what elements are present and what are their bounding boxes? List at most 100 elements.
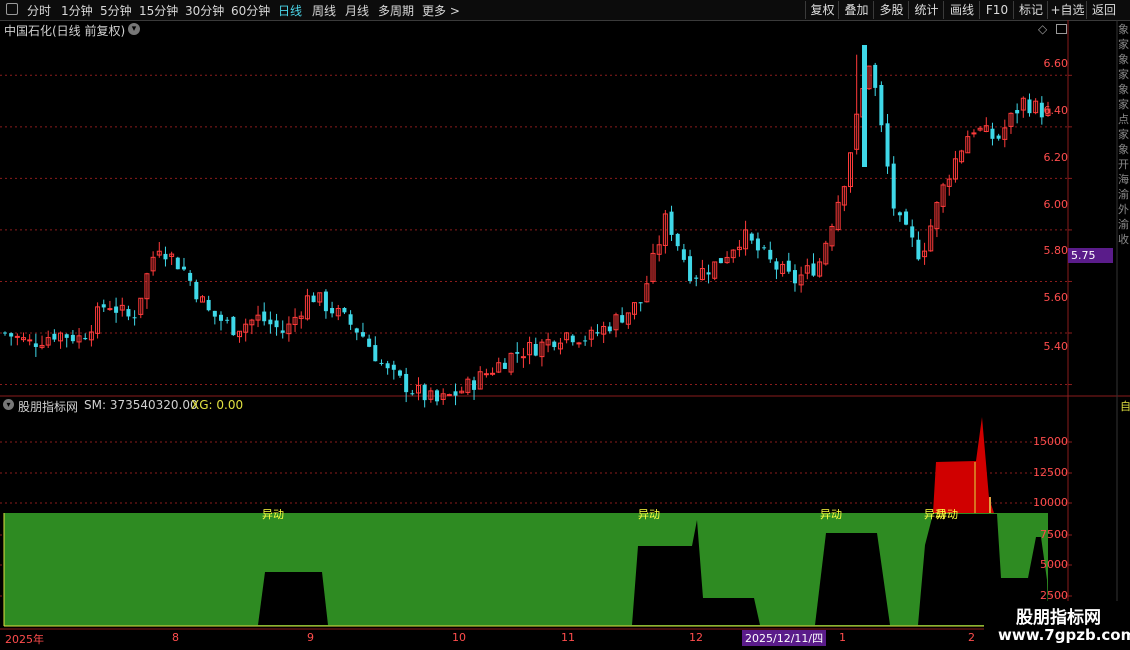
candle-body-down bbox=[194, 281, 199, 300]
candle-body-down bbox=[675, 233, 680, 247]
price-tick: 6.00 bbox=[1043, 198, 1069, 211]
indicator-sm-value: SM: 373540320.00 bbox=[84, 398, 198, 412]
candle-body-down bbox=[422, 384, 427, 401]
candle-body-down bbox=[33, 343, 38, 347]
candle-body-down bbox=[718, 258, 723, 264]
candle-body-down bbox=[391, 364, 396, 370]
candle-body-down bbox=[533, 343, 538, 356]
candle-body-down bbox=[774, 261, 779, 270]
candle-body-down bbox=[706, 272, 711, 275]
indicator-chevron-icon[interactable]: ▾ bbox=[3, 399, 14, 410]
side-panel-text: 象家象家象家点家象开海渝外渝收 bbox=[1118, 23, 1129, 246]
candle-body-down bbox=[811, 263, 816, 276]
signal-label: 异动 bbox=[638, 508, 660, 521]
candle-body-up bbox=[27, 339, 33, 342]
candle-body-down bbox=[397, 370, 402, 376]
indicator-tick: 10000 bbox=[1033, 496, 1068, 509]
watermark-url: www.7gpzb.com bbox=[998, 626, 1130, 644]
candle-body-down bbox=[385, 363, 390, 369]
watermark-title: 股朋指标网 bbox=[1016, 608, 1101, 628]
date-tick: 11 bbox=[561, 631, 575, 644]
indicator-tick: 15000 bbox=[1033, 435, 1068, 448]
date-tick: 1 bbox=[839, 631, 846, 644]
diamond-icon[interactable]: ◇ bbox=[1038, 22, 1047, 36]
candle-body-down bbox=[52, 333, 57, 340]
candle-body-down bbox=[885, 123, 890, 167]
candle-body-down bbox=[231, 316, 236, 336]
current-price-tag: 5.75 bbox=[1068, 248, 1113, 263]
candle-body-down bbox=[681, 249, 686, 260]
price-tick: 5.60 bbox=[1043, 291, 1069, 304]
candle-body-down bbox=[132, 317, 137, 319]
candle-body-down bbox=[323, 291, 328, 312]
candle-body-down bbox=[274, 320, 279, 328]
cursor-date-tag: 2025/12/11/四 bbox=[742, 630, 827, 646]
candle-body-down bbox=[181, 266, 186, 270]
candle-body-up bbox=[971, 132, 977, 135]
indicator-tick: 5000 bbox=[1040, 558, 1068, 571]
candle-body-down bbox=[262, 311, 267, 322]
candle-body-down bbox=[996, 135, 1001, 139]
candle-body-down bbox=[749, 233, 754, 241]
chevron-down-icon[interactable]: ▾ bbox=[128, 23, 140, 35]
date-tick: 10 bbox=[452, 631, 466, 644]
candle-body-up bbox=[576, 342, 582, 345]
date-tick: 9 bbox=[307, 631, 314, 644]
candle-body-down bbox=[607, 326, 612, 332]
candle-body-down bbox=[552, 341, 557, 348]
candle-body-down bbox=[435, 390, 440, 402]
candle-body-up bbox=[14, 335, 20, 338]
price-tick: 6.20 bbox=[1043, 151, 1069, 164]
candle-body-down bbox=[453, 391, 458, 396]
candle-body-down bbox=[64, 334, 69, 338]
candle-body-down bbox=[620, 315, 625, 323]
candle-body-down bbox=[330, 307, 335, 314]
candle-body-down bbox=[694, 277, 699, 279]
candle-body-down bbox=[638, 302, 643, 304]
indicator-green-band bbox=[4, 513, 1048, 626]
candle-body-down bbox=[688, 256, 693, 282]
candle-body-up bbox=[490, 372, 496, 375]
price-tick: 6.60 bbox=[1043, 57, 1069, 70]
window-toggle-icon[interactable] bbox=[1056, 24, 1067, 34]
candle-body-down bbox=[206, 299, 211, 311]
candle-body-up bbox=[107, 308, 113, 311]
candle-body-down bbox=[342, 307, 347, 313]
watermark-box: 股朋指标网 www.7gpzb.com bbox=[984, 601, 1130, 650]
candle-body-down bbox=[1027, 99, 1032, 114]
candle-body-down bbox=[83, 337, 88, 340]
candle-body-down bbox=[897, 212, 902, 216]
candle-body-down bbox=[101, 304, 106, 308]
kline-chart[interactable] bbox=[0, 0, 1130, 650]
candle-body-down bbox=[163, 253, 168, 260]
candle-body-down bbox=[669, 211, 674, 235]
indicator-xg-value: XG: 0.00 bbox=[191, 398, 244, 412]
candle-body-down bbox=[472, 380, 477, 390]
candle-body-down bbox=[410, 393, 415, 395]
candle-body-down bbox=[792, 270, 797, 284]
candle-body-down bbox=[755, 238, 760, 251]
indicator-black-area bbox=[258, 572, 328, 625]
indicator-red-area bbox=[933, 417, 994, 513]
candle-body-down bbox=[570, 335, 575, 343]
candle-body-down bbox=[268, 319, 273, 325]
candle-body-down bbox=[188, 272, 193, 281]
signal-label: 异动 bbox=[936, 508, 958, 521]
candle-body-down bbox=[595, 332, 600, 334]
date-tick: 2025年 bbox=[5, 633, 44, 646]
date-tick: 2 bbox=[968, 631, 975, 644]
candle-body-down bbox=[9, 333, 14, 337]
candle-body-down bbox=[219, 314, 224, 321]
candle-body-down bbox=[916, 239, 921, 260]
candle-body-down bbox=[786, 260, 791, 272]
candle-body-down bbox=[583, 340, 588, 342]
candle-body-down bbox=[3, 332, 7, 334]
candle-body-up bbox=[520, 356, 526, 359]
candle-body-up bbox=[446, 394, 452, 397]
candle-body-down bbox=[280, 330, 285, 333]
candle-body-down bbox=[354, 328, 359, 333]
candle-body-down bbox=[873, 64, 878, 88]
candle-body-down bbox=[1015, 110, 1020, 114]
candle-body-down bbox=[904, 211, 909, 225]
candle-body-down bbox=[990, 128, 995, 139]
